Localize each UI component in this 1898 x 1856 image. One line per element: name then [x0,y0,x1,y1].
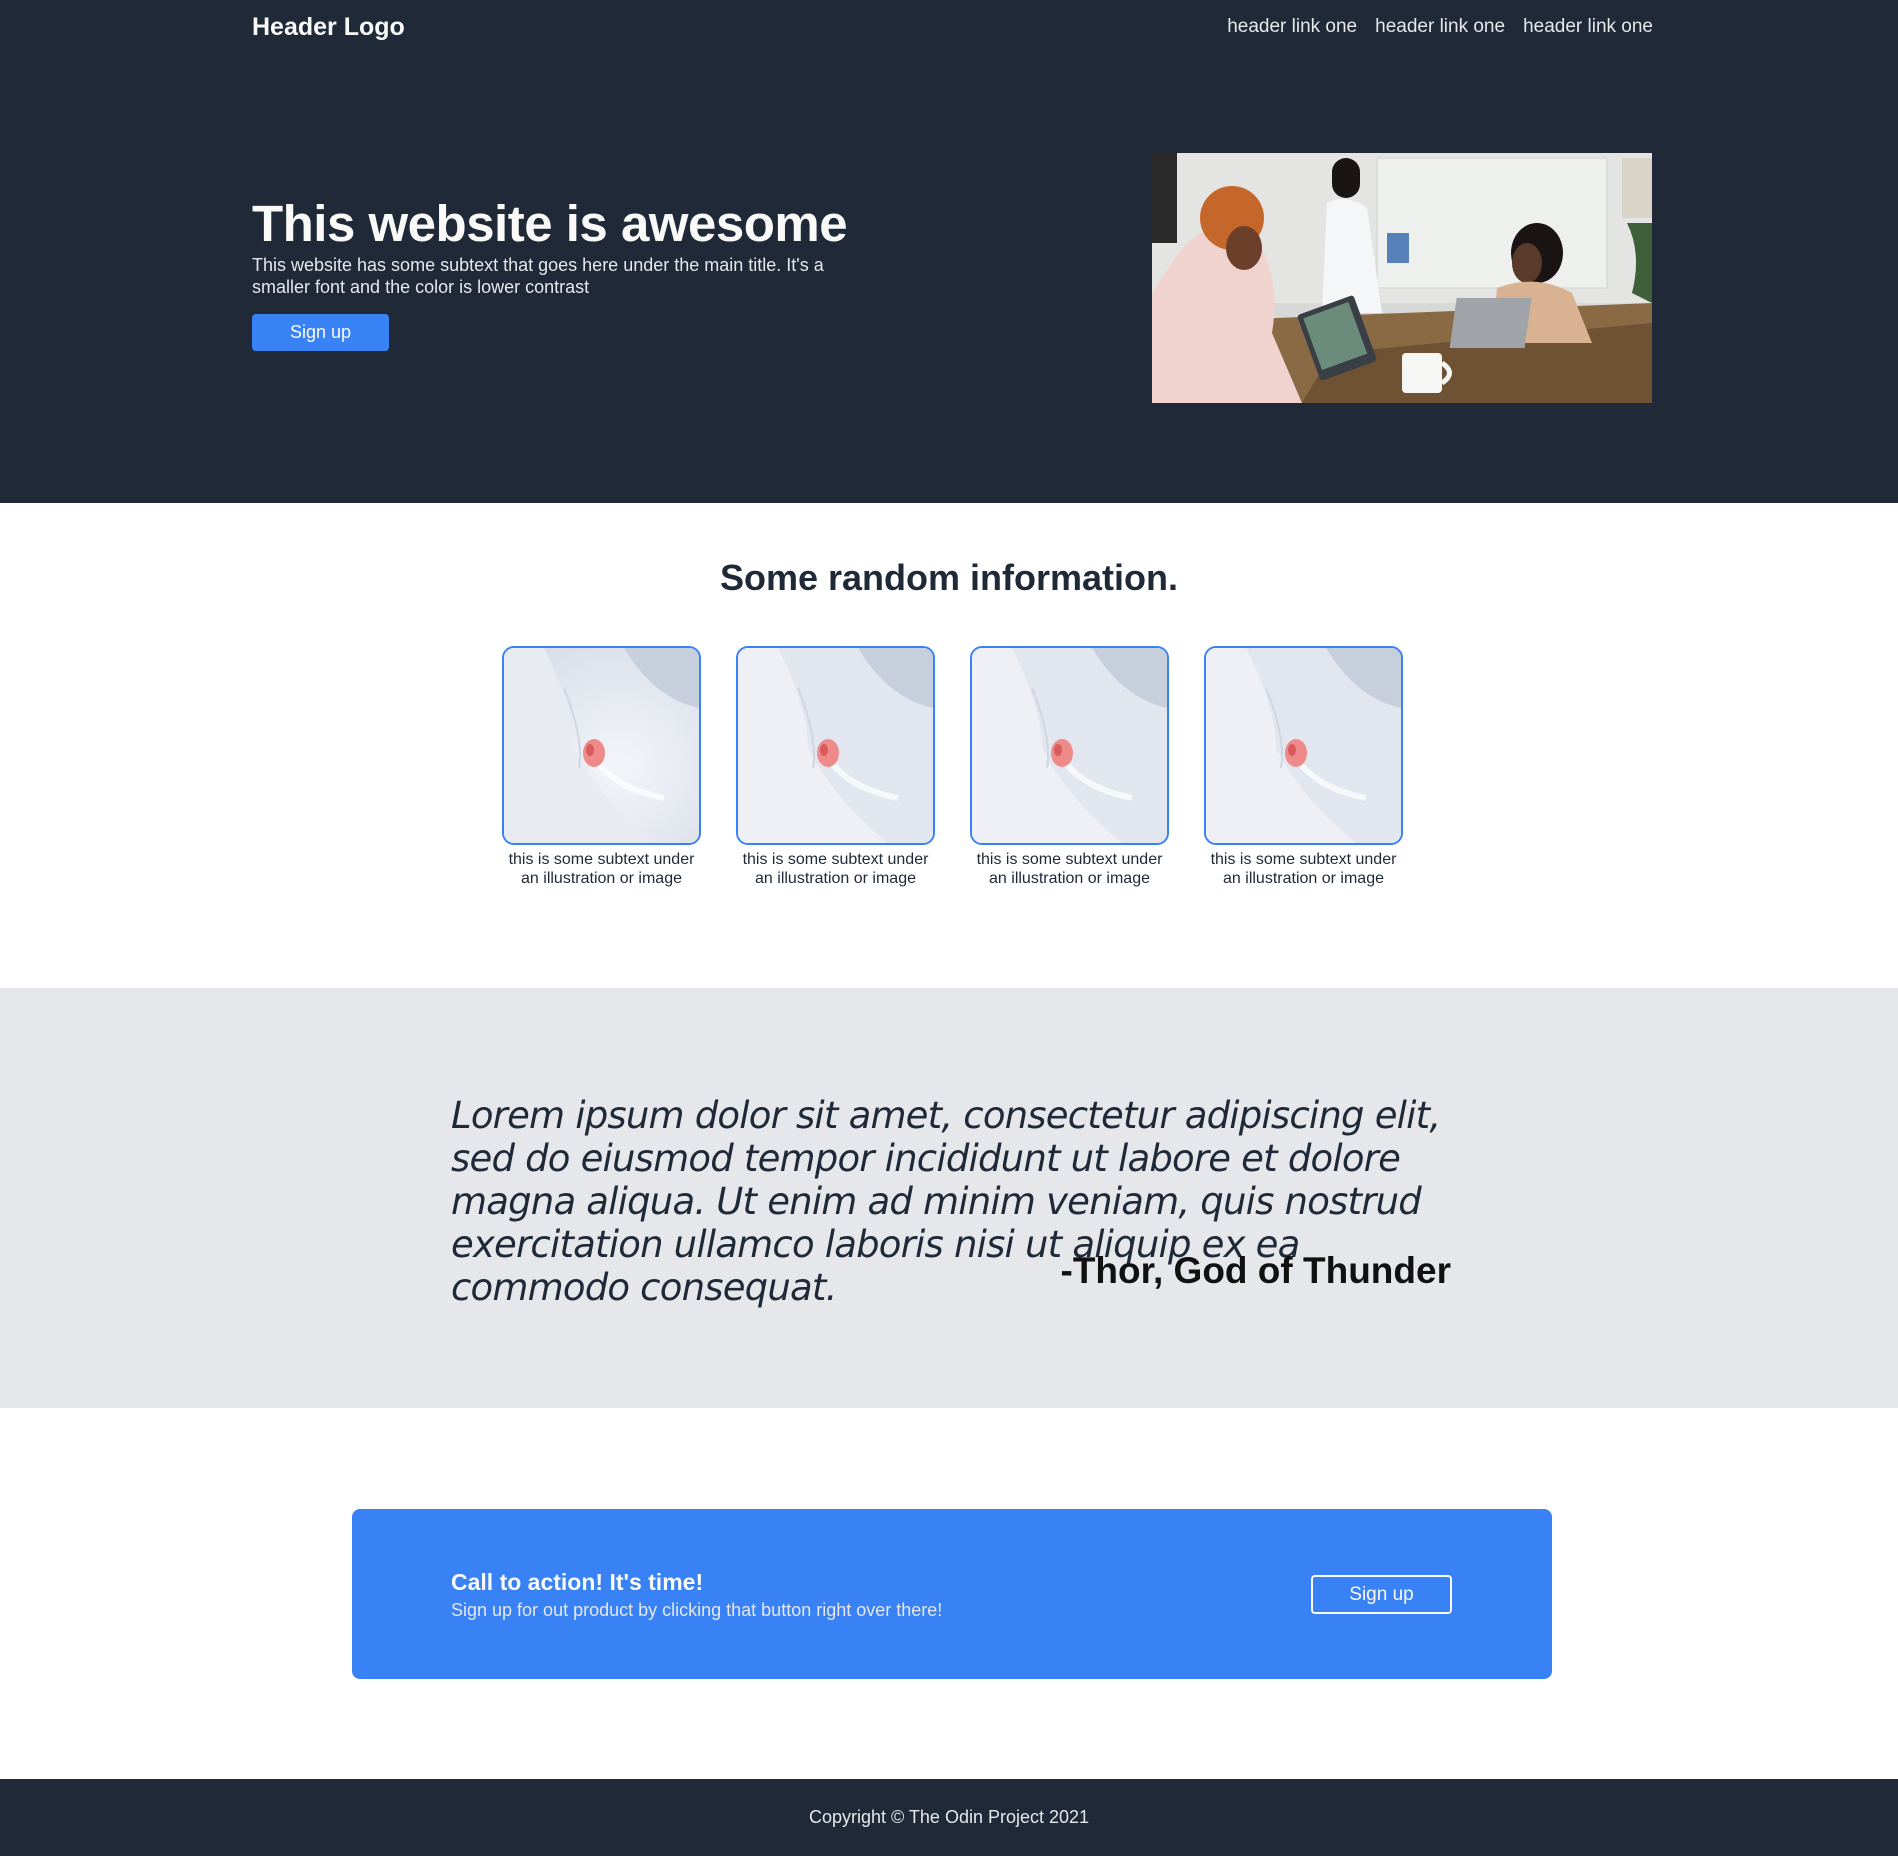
cta-title: Call to action! It's time! [451,1569,704,1595]
header-link-3[interactable]: header link one [1523,16,1653,38]
hero-text: This website is awesome This website has… [252,196,872,351]
cta-box: Call to action! It's time! Sign up for o… [352,1509,1552,1679]
cat-image [736,646,935,845]
card-caption: this is some subtext under an illustrati… [1210,851,1397,887]
footer: Copyright © The Odin Project 2021 [0,1779,1898,1856]
info-cards: this is some subtext under an illustrati… [502,646,1403,888]
card-caption: this is some subtext under an illustrati… [508,851,695,887]
info-section: Some random information. this is some su… [0,503,1898,988]
footer-copyright: Copyright © The Odin Project 2021 [808,1807,1090,1827]
hero-section: Header Logo header link one header link … [0,0,1898,503]
info-card: this is some subtext under an illustrati… [736,646,935,888]
card-caption: this is some subtext under an illustrati… [976,851,1163,887]
cta-section: Call to action! It's time! Sign up for o… [0,1408,1898,1779]
header-link-1[interactable]: header link one [1227,16,1357,38]
info-title: Some random information. [719,557,1179,598]
cat-image [970,646,1169,845]
hero-signup-button[interactable]: Sign up [252,314,389,351]
hero-office-image [1152,153,1652,403]
quote-section: Lorem ipsum dolor sit amet, consectetur … [0,988,1898,1408]
header-nav: Header Logo header link one header link … [252,13,1653,42]
cat-image [1204,646,1403,845]
cta-signup-button[interactable]: Sign up [1311,1575,1452,1614]
header-link-2[interactable]: header link one [1375,16,1505,38]
info-card: this is some subtext under an illustrati… [502,646,701,888]
cta-subtext: Sign up for out product by clicking that… [451,1600,943,1620]
info-card: this is some subtext under an illustrati… [1204,646,1403,888]
header-links: header link one header link one header l… [1227,16,1653,38]
hero-subtext: This website has some subtext that goes … [252,255,824,297]
header-logo[interactable]: Header Logo [252,13,405,42]
card-caption: this is some subtext under an illustrati… [742,851,929,887]
quote-author: -Thor, God of Thunder [1060,1250,1452,1291]
cat-image [502,646,701,845]
info-card: this is some subtext under an illustrati… [970,646,1169,888]
hero-title: This website is awesome [252,195,848,252]
